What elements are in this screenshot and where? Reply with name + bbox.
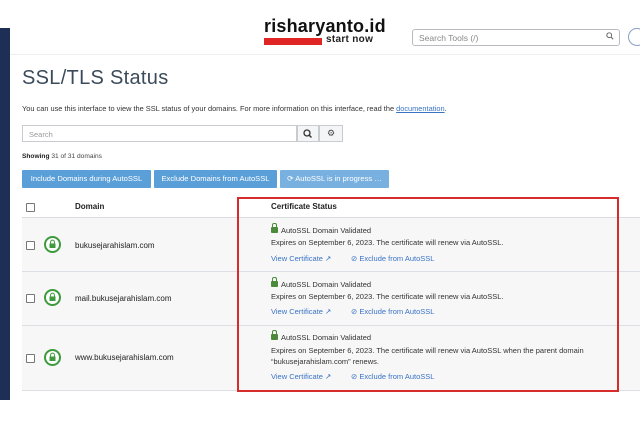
lock-status-icon	[44, 289, 61, 306]
page-description: You can use this interface to view the S…	[22, 104, 447, 113]
row-checkbox[interactable]	[26, 294, 35, 303]
user-menu-button[interactable]	[628, 28, 640, 46]
search-tools-placeholder: Search Tools (/)	[419, 33, 479, 43]
logo-tagline: start now	[326, 34, 374, 45]
refresh-icon: ⟳	[287, 174, 294, 183]
showing-count: Showing 31 of 31 domains	[22, 153, 102, 160]
column-domain: Domain	[75, 202, 105, 211]
settings-button[interactable]: ⚙	[319, 125, 343, 142]
lock-status-icon	[44, 349, 61, 366]
logo-red-bar	[264, 38, 322, 45]
highlight-box	[237, 197, 619, 392]
exclude-domains-button[interactable]: Exclude Domains from AutoSSL	[154, 170, 277, 188]
lock-icon	[49, 239, 56, 248]
row-checkbox[interactable]	[26, 354, 35, 363]
search-icon	[303, 129, 312, 138]
documentation-link[interactable]: documentation	[396, 104, 444, 113]
row-checkbox[interactable]	[26, 241, 35, 250]
description-text: You can use this interface to view the S…	[22, 104, 395, 113]
showing-label: Showing	[22, 153, 50, 160]
include-domains-button[interactable]: Include Domains during AutoSSL	[22, 170, 151, 188]
description-end: .	[444, 104, 447, 113]
domain-name: www.bukusejarahislam.com	[75, 353, 174, 362]
search-button[interactable]	[297, 125, 319, 142]
sidebar	[0, 28, 10, 400]
search-icon	[606, 32, 614, 40]
search-placeholder: Search	[29, 130, 53, 139]
logo-text: risharyanto.id	[264, 16, 386, 36]
page-title: SSL/TLS Status	[22, 67, 169, 89]
autossl-progress-label: AutoSSL is in progress …	[295, 174, 382, 183]
domain-name: bukusejarahislam.com	[75, 241, 155, 250]
lock-icon	[49, 352, 56, 361]
autossl-progress-button[interactable]: ⟳ AutoSSL is in progress …	[280, 170, 389, 188]
lock-status-icon	[44, 236, 61, 253]
showing-value: 31 of 31 domains	[51, 153, 102, 160]
select-all-checkbox[interactable]	[26, 203, 35, 212]
domain-name: mail.bukusejarahislam.com	[75, 294, 172, 303]
lock-icon	[49, 292, 56, 301]
header-divider	[10, 54, 640, 55]
domain-search-input[interactable]: Search	[22, 125, 297, 142]
search-tools-input[interactable]: Search Tools (/)	[412, 29, 620, 46]
site-logo[interactable]: risharyanto.id start now	[264, 16, 386, 45]
gears-icon: ⚙	[326, 128, 336, 138]
